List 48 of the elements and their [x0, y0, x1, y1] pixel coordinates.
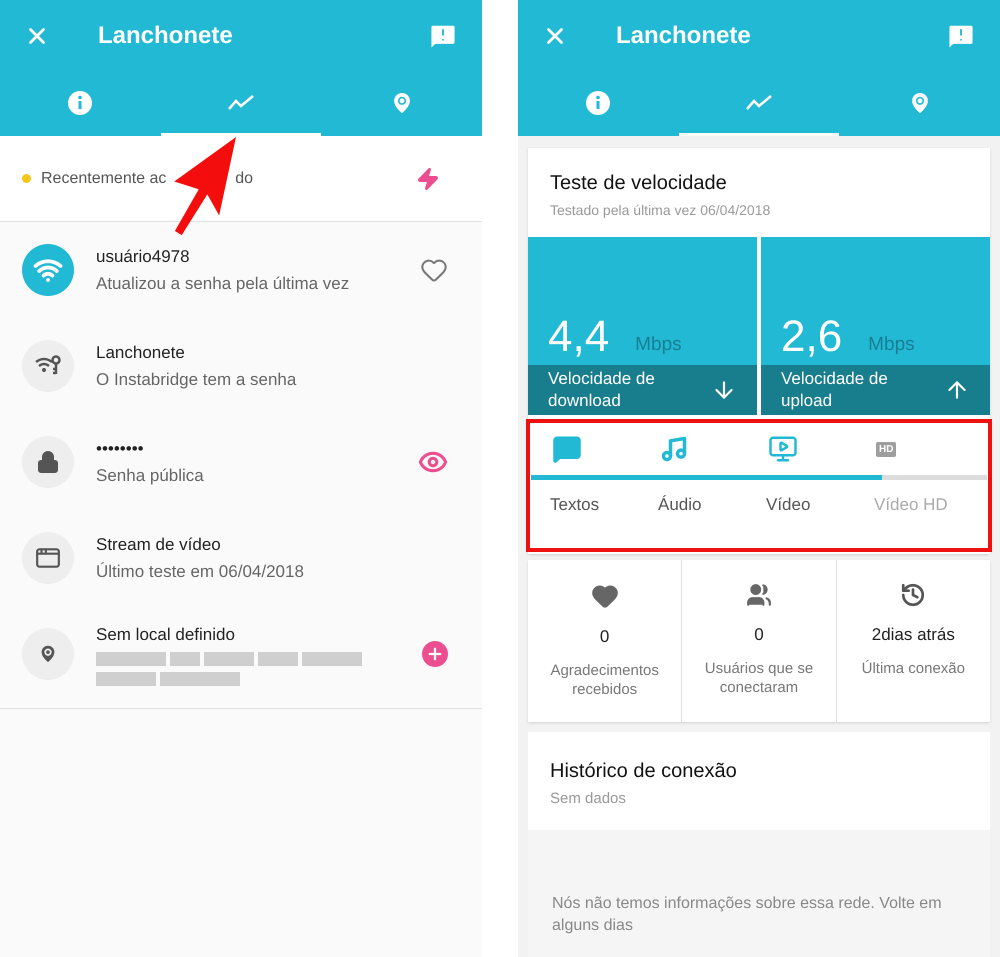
item-title: •••••••• — [96, 438, 145, 460]
network-title: Lanchonete — [98, 21, 234, 51]
video-screen-icon — [768, 434, 798, 464]
network-title: Lanchonete — [616, 21, 752, 51]
status-text: Recentemente ac — [41, 168, 166, 188]
speed-label: Velocidade de upload — [781, 368, 889, 412]
wifi-icon — [22, 244, 74, 296]
info-icon — [67, 90, 94, 116]
stat-label: Agradecimentos recebidos — [549, 661, 660, 699]
add-location-button[interactable] — [422, 641, 448, 667]
history-icon — [900, 582, 926, 608]
trend-line-icon — [228, 94, 254, 110]
item-subtitle: Atualizou a senha pela última vez — [96, 273, 350, 295]
stat-value: 0 — [600, 626, 610, 648]
card-title: Histórico de conexão — [550, 758, 738, 784]
stat-label: Última conexão — [860, 659, 966, 678]
trend-line-icon — [746, 94, 772, 110]
speed-value: 2,6 — [781, 315, 842, 359]
speed-value: 4,4 — [548, 315, 610, 359]
stat-value: 0 — [754, 624, 764, 646]
card-subtitle: Testado pela última vez 06/04/2018 — [550, 201, 772, 220]
item-subtitle: O Instabridge tem a senha — [96, 369, 298, 391]
item-subtitle: Último teste em 06/04/2018 — [96, 561, 305, 583]
music-note-icon — [660, 435, 688, 463]
status-text: do — [235, 168, 253, 188]
item-title: Stream de vídeo — [96, 534, 222, 556]
lightning-icon — [416, 166, 440, 190]
item-title: Lanchonete — [96, 342, 186, 364]
usage-label: Vídeo — [765, 494, 812, 516]
empty-message: Nós não temos informações sobre essa rede. Volte em alguns dias — [552, 894, 943, 936]
usage-label: Textos — [549, 494, 600, 516]
usage-label: Vídeo HD — [873, 494, 949, 516]
speed-label: Velocidade de download — [548, 368, 656, 412]
speed-unit: Mbps — [635, 332, 682, 356]
chat-icon — [552, 434, 582, 464]
item-title: usuário4978 — [96, 246, 191, 268]
hd-badge: HD — [876, 442, 896, 456]
item-title: Sem local definido — [96, 624, 236, 646]
stat-value: 2dias atrás — [872, 624, 955, 646]
usage-label: Áudio — [657, 494, 702, 516]
plus-icon — [426, 645, 444, 663]
item-subtitle: Senha pública — [96, 465, 205, 487]
info-icon — [585, 90, 612, 116]
stat-label: Usuários que se conectaram — [704, 659, 814, 697]
users-icon — [746, 582, 772, 608]
card-title: Teste de velocidade — [550, 171, 728, 196]
speed-unit: Mbps — [868, 332, 915, 356]
card-subtitle: Sem dados — [550, 788, 627, 808]
